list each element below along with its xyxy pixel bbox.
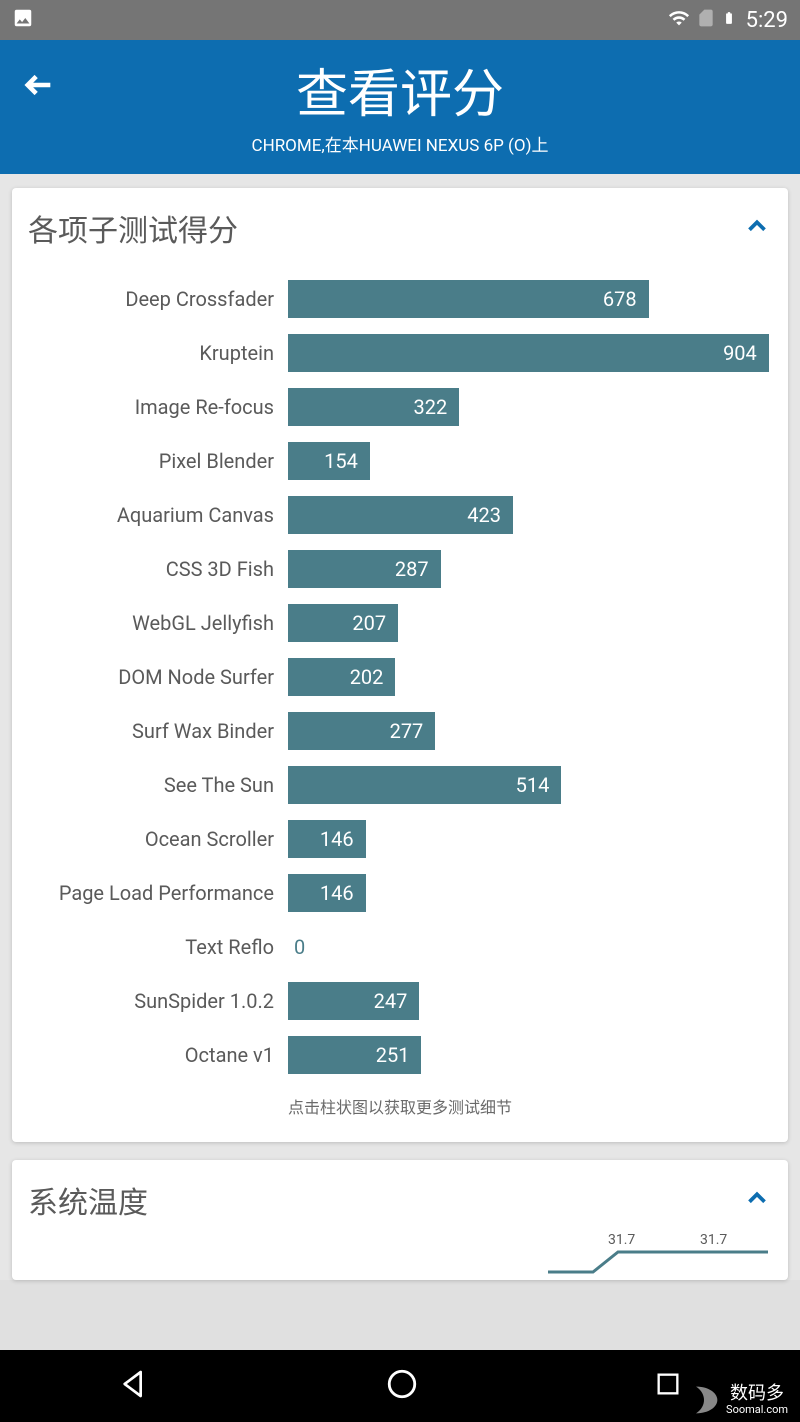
bar-track: 423 <box>288 496 772 534</box>
temperature-line-chart[interactable]: 31.7 31.7 <box>548 1230 768 1280</box>
chart-row[interactable]: CSS 3D Fish287 <box>28 550 772 588</box>
bar-track: 251 <box>288 1036 772 1074</box>
bar-track: 277 <box>288 712 772 750</box>
bar[interactable]: 154 <box>288 442 370 480</box>
chevron-up-icon[interactable] <box>742 211 772 245</box>
bar-label: Aquarium Canvas <box>28 503 288 527</box>
nav-home-button[interactable] <box>385 1367 419 1405</box>
bar[interactable]: 251 <box>288 1036 421 1074</box>
system-temperature-card: 系统温度 31.7 31.7 <box>12 1160 788 1280</box>
navigation-bar: 数码多 Soomal.com <box>0 1350 800 1422</box>
bar-track: 146 <box>288 874 772 912</box>
bar-track: 678 <box>288 280 772 318</box>
bar[interactable]: 277 <box>288 712 435 750</box>
nav-recent-button[interactable] <box>654 1370 682 1402</box>
bar-track: 146 <box>288 820 772 858</box>
app-header: 查看评分 CHROME,在本HUAWEI NEXUS 6P (O)上 <box>0 40 800 174</box>
bar-track: 904 <box>288 334 772 372</box>
chart-row[interactable]: Octane v1251 <box>28 1036 772 1074</box>
bar[interactable]: 0 <box>288 928 772 966</box>
chart-row[interactable]: Kruptein904 <box>28 334 772 372</box>
bar-track: 287 <box>288 550 772 588</box>
back-button[interactable] <box>22 68 56 106</box>
svg-text:31.7: 31.7 <box>608 1232 635 1248</box>
bar[interactable]: 146 <box>288 874 366 912</box>
bar[interactable]: 247 <box>288 982 419 1020</box>
bar-label: Deep Crossfader <box>28 287 288 311</box>
wifi-icon <box>668 7 690 33</box>
page-subtitle: CHROME,在本HUAWEI NEXUS 6P (O)上 <box>0 131 800 156</box>
bar-label: SunSpider 1.0.2 <box>28 989 288 1013</box>
bar[interactable]: 904 <box>288 334 769 372</box>
bar[interactable]: 287 <box>288 550 441 588</box>
chart-row[interactable]: Aquarium Canvas423 <box>28 496 772 534</box>
bar-track: 0 <box>288 928 772 966</box>
page-title: 查看评分 <box>0 52 800 127</box>
status-time: 5:29 <box>746 8 788 33</box>
bar-label: Kruptein <box>28 341 288 365</box>
chart-row[interactable]: Page Load Performance146 <box>28 874 772 912</box>
chart-row[interactable]: DOM Node Surfer202 <box>28 658 772 696</box>
chart-footer-text: 点击柱状图以获取更多测试细节 <box>28 1094 772 1118</box>
bar-track: 202 <box>288 658 772 696</box>
bar-label: Pixel Blender <box>28 449 288 473</box>
bar-label: WebGL Jellyfish <box>28 611 288 635</box>
chart-row[interactable]: Surf Wax Binder277 <box>28 712 772 750</box>
status-bar: 5:29 <box>0 0 800 40</box>
card-title: 系统温度 <box>28 1178 148 1222</box>
chart-row[interactable]: Image Re-focus322 <box>28 388 772 426</box>
bar[interactable]: 322 <box>288 388 459 426</box>
bar-track: 514 <box>288 766 772 804</box>
chart-row[interactable]: SunSpider 1.0.2247 <box>28 982 772 1020</box>
chart-row[interactable]: Ocean Scroller146 <box>28 820 772 858</box>
bar-label: Ocean Scroller <box>28 827 288 851</box>
bar[interactable]: 423 <box>288 496 513 534</box>
bar-track: 207 <box>288 604 772 642</box>
bar[interactable]: 678 <box>288 280 649 318</box>
chart-row[interactable]: Text Reflo0 <box>28 928 772 966</box>
bar-label: Surf Wax Binder <box>28 719 288 743</box>
bar-label: Image Re-focus <box>28 395 288 419</box>
bar-chart[interactable]: Deep Crossfader678Kruptein904Image Re-fo… <box>28 274 772 1074</box>
chart-row[interactable]: Deep Crossfader678 <box>28 280 772 318</box>
bar[interactable]: 207 <box>288 604 398 642</box>
battery-icon <box>722 7 736 33</box>
bar-label: Page Load Performance <box>28 881 288 905</box>
chart-row[interactable]: WebGL Jellyfish207 <box>28 604 772 642</box>
subtest-scores-card: 各项子测试得分 Deep Crossfader678Kruptein904Ima… <box>12 188 788 1142</box>
bar-label: Octane v1 <box>28 1043 288 1067</box>
bar[interactable]: 514 <box>288 766 561 804</box>
picture-icon <box>12 7 34 33</box>
sim-icon <box>696 7 716 33</box>
watermark: 数码多 Soomal.com <box>688 1384 788 1416</box>
nav-back-button[interactable] <box>118 1368 150 1404</box>
bar-label: DOM Node Surfer <box>28 665 288 689</box>
chart-row[interactable]: Pixel Blender154 <box>28 442 772 480</box>
bar-label: Text Reflo <box>28 935 288 959</box>
card-title: 各项子测试得分 <box>28 206 238 250</box>
bar-label: See The Sun <box>28 773 288 797</box>
svg-text:31.7: 31.7 <box>700 1232 727 1248</box>
bar-track: 154 <box>288 442 772 480</box>
bar[interactable]: 146 <box>288 820 366 858</box>
bar[interactable]: 202 <box>288 658 395 696</box>
chart-row[interactable]: See The Sun514 <box>28 766 772 804</box>
bar-track: 247 <box>288 982 772 1020</box>
bar-track: 322 <box>288 388 772 426</box>
bar-label: CSS 3D Fish <box>28 557 288 581</box>
content-area: 各项子测试得分 Deep Crossfader678Kruptein904Ima… <box>0 174 800 1280</box>
chevron-up-icon[interactable] <box>742 1183 772 1217</box>
